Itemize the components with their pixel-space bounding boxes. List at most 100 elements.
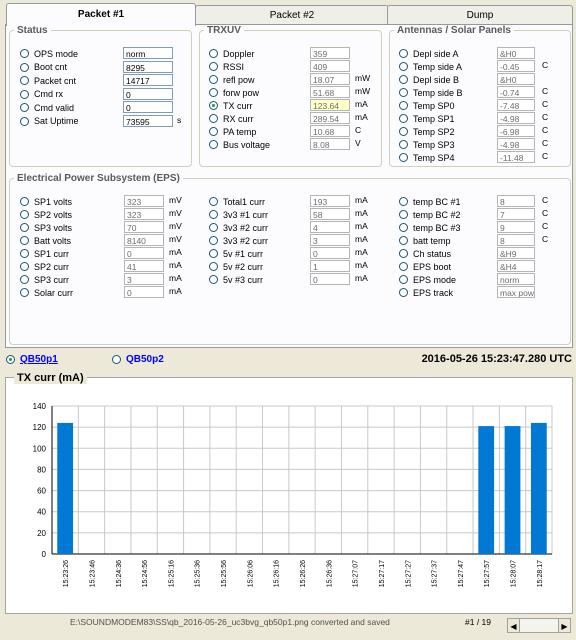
field-row[interactable]: RSSI — [209, 60, 244, 73]
field-radio[interactable] — [209, 210, 218, 219]
field-radio[interactable] — [399, 288, 408, 297]
field-radio[interactable] — [399, 197, 408, 206]
field-row[interactable]: temp BC #1 — [399, 195, 461, 208]
tab-1[interactable]: Packet #2 — [195, 5, 389, 25]
field-row[interactable]: OPS mode — [20, 47, 78, 60]
tab-0[interactable]: Packet #1 — [6, 3, 196, 26]
field-row[interactable]: Temp SP4 — [399, 151, 455, 164]
field-row[interactable]: Depl side A — [399, 47, 459, 60]
field-row[interactable]: Boot cnt — [20, 61, 67, 74]
field-row[interactable]: 5v #3 curr — [209, 273, 263, 286]
field-row[interactable]: EPS boot — [399, 260, 451, 273]
field-row[interactable]: Temp side A — [399, 60, 462, 73]
field-radio[interactable] — [399, 49, 408, 58]
field-row[interactable]: 5v #1 curr — [209, 247, 263, 260]
field-radio[interactable] — [20, 49, 29, 58]
field-row[interactable]: SP1 volts — [20, 195, 72, 208]
field-radio[interactable] — [20, 89, 29, 99]
field-radio[interactable] — [399, 210, 408, 219]
field-radio[interactable] — [399, 236, 408, 245]
field-row[interactable]: forw pow — [209, 86, 259, 99]
sat-qb50p2-radio[interactable] — [112, 355, 121, 364]
field-row[interactable]: Temp SP2 — [399, 125, 455, 138]
field-radio[interactable] — [20, 197, 29, 206]
field-row[interactable]: SP2 volts — [20, 208, 72, 221]
field-row[interactable]: Temp side B — [399, 86, 463, 99]
field-radio[interactable] — [209, 75, 218, 84]
field-row[interactable]: 3v3 #1 curr — [209, 208, 268, 221]
field-row[interactable]: PA temp — [209, 125, 256, 138]
field-radio[interactable] — [399, 140, 408, 149]
field-radio[interactable] — [209, 114, 218, 123]
field-row[interactable]: EPS track — [399, 286, 453, 299]
scroll-left-button[interactable]: ◀ — [507, 618, 520, 633]
field-row[interactable]: EPS mode — [399, 273, 456, 286]
field-row[interactable]: Solar curr — [20, 286, 73, 299]
field-radio[interactable] — [209, 62, 218, 71]
field-row[interactable]: Cmd valid — [20, 101, 74, 114]
field-radio[interactable] — [399, 153, 408, 162]
field-row[interactable]: 3v3 #2 curr — [209, 221, 268, 234]
field-radio[interactable] — [20, 236, 29, 245]
field-row[interactable]: Cmd rx — [20, 88, 63, 101]
field-row[interactable]: Temp SP0 — [399, 99, 455, 112]
field-radio[interactable] — [399, 88, 408, 97]
field-radio[interactable] — [20, 275, 29, 284]
field-radio[interactable] — [399, 262, 408, 271]
field-radio[interactable] — [20, 210, 29, 219]
field-radio[interactable] — [209, 140, 218, 149]
scroll-right-button[interactable]: ▶ — [558, 618, 571, 633]
field-row[interactable]: Batt volts — [20, 234, 71, 247]
field-row[interactable]: 3v3 #2 curr — [209, 234, 268, 247]
field-radio[interactable] — [399, 75, 408, 84]
field-radio[interactable] — [209, 88, 218, 97]
field-row[interactable]: Sat Uptime — [20, 115, 79, 128]
field-radio[interactable] — [20, 223, 29, 232]
field-radio[interactable] — [20, 288, 29, 297]
field-row[interactable]: Total1 curr — [209, 195, 265, 208]
field-row[interactable]: Ch status — [399, 247, 451, 260]
field-radio[interactable] — [20, 262, 29, 271]
field-radio[interactable] — [20, 249, 29, 258]
field-row[interactable]: Bus voltage — [209, 138, 270, 151]
field-radio[interactable] — [20, 76, 29, 85]
field-row[interactable]: refl pow — [209, 73, 255, 86]
field-radio[interactable] — [209, 49, 218, 58]
field-radio[interactable] — [399, 127, 408, 136]
field-radio[interactable] — [399, 275, 408, 284]
field-radio[interactable] — [20, 62, 29, 72]
field-radio[interactable] — [209, 236, 218, 245]
field-row[interactable]: temp BC #3 — [399, 221, 461, 234]
field-row[interactable]: TX curr — [209, 99, 253, 112]
field-row[interactable]: batt temp — [399, 234, 451, 247]
field-radio[interactable] — [399, 223, 408, 232]
field-radio[interactable] — [20, 116, 29, 126]
field-row[interactable]: Temp SP1 — [399, 112, 455, 125]
field-radio[interactable] — [209, 127, 218, 136]
sat-qb50p1-radio[interactable] — [6, 355, 15, 364]
field-row[interactable]: SP2 curr — [20, 260, 69, 273]
sat-qb50p1-option[interactable]: QB50p1 — [6, 354, 58, 365]
field-radio[interactable] — [209, 197, 218, 206]
field-radio[interactable] — [399, 249, 408, 258]
field-radio[interactable] — [399, 101, 408, 110]
field-radio[interactable] — [209, 249, 218, 258]
field-row[interactable]: Temp SP3 — [399, 138, 455, 151]
field-radio[interactable] — [20, 103, 29, 112]
field-row[interactable]: SP1 curr — [20, 247, 69, 260]
sat-qb50p1-label[interactable]: QB50p1 — [20, 354, 58, 365]
field-radio[interactable] — [209, 223, 218, 232]
field-radio[interactable] — [209, 275, 218, 284]
field-row[interactable]: 5v #2 curr — [209, 260, 263, 273]
sat-qb50p2-option[interactable]: QB50p2 — [112, 354, 164, 365]
field-row[interactable]: Depl side B — [399, 73, 459, 86]
scroll-track[interactable] — [520, 618, 558, 633]
field-row[interactable]: SP3 curr — [20, 273, 69, 286]
field-row[interactable]: Packet cnt — [20, 74, 76, 87]
field-radio[interactable] — [399, 114, 408, 123]
sat-qb50p2-label[interactable]: QB50p2 — [126, 354, 164, 365]
tab-2[interactable]: Dump — [387, 5, 573, 25]
field-row[interactable]: RX curr — [209, 112, 254, 125]
field-row[interactable]: temp BC #2 — [399, 208, 461, 221]
field-row[interactable]: SP3 volts — [20, 221, 72, 234]
